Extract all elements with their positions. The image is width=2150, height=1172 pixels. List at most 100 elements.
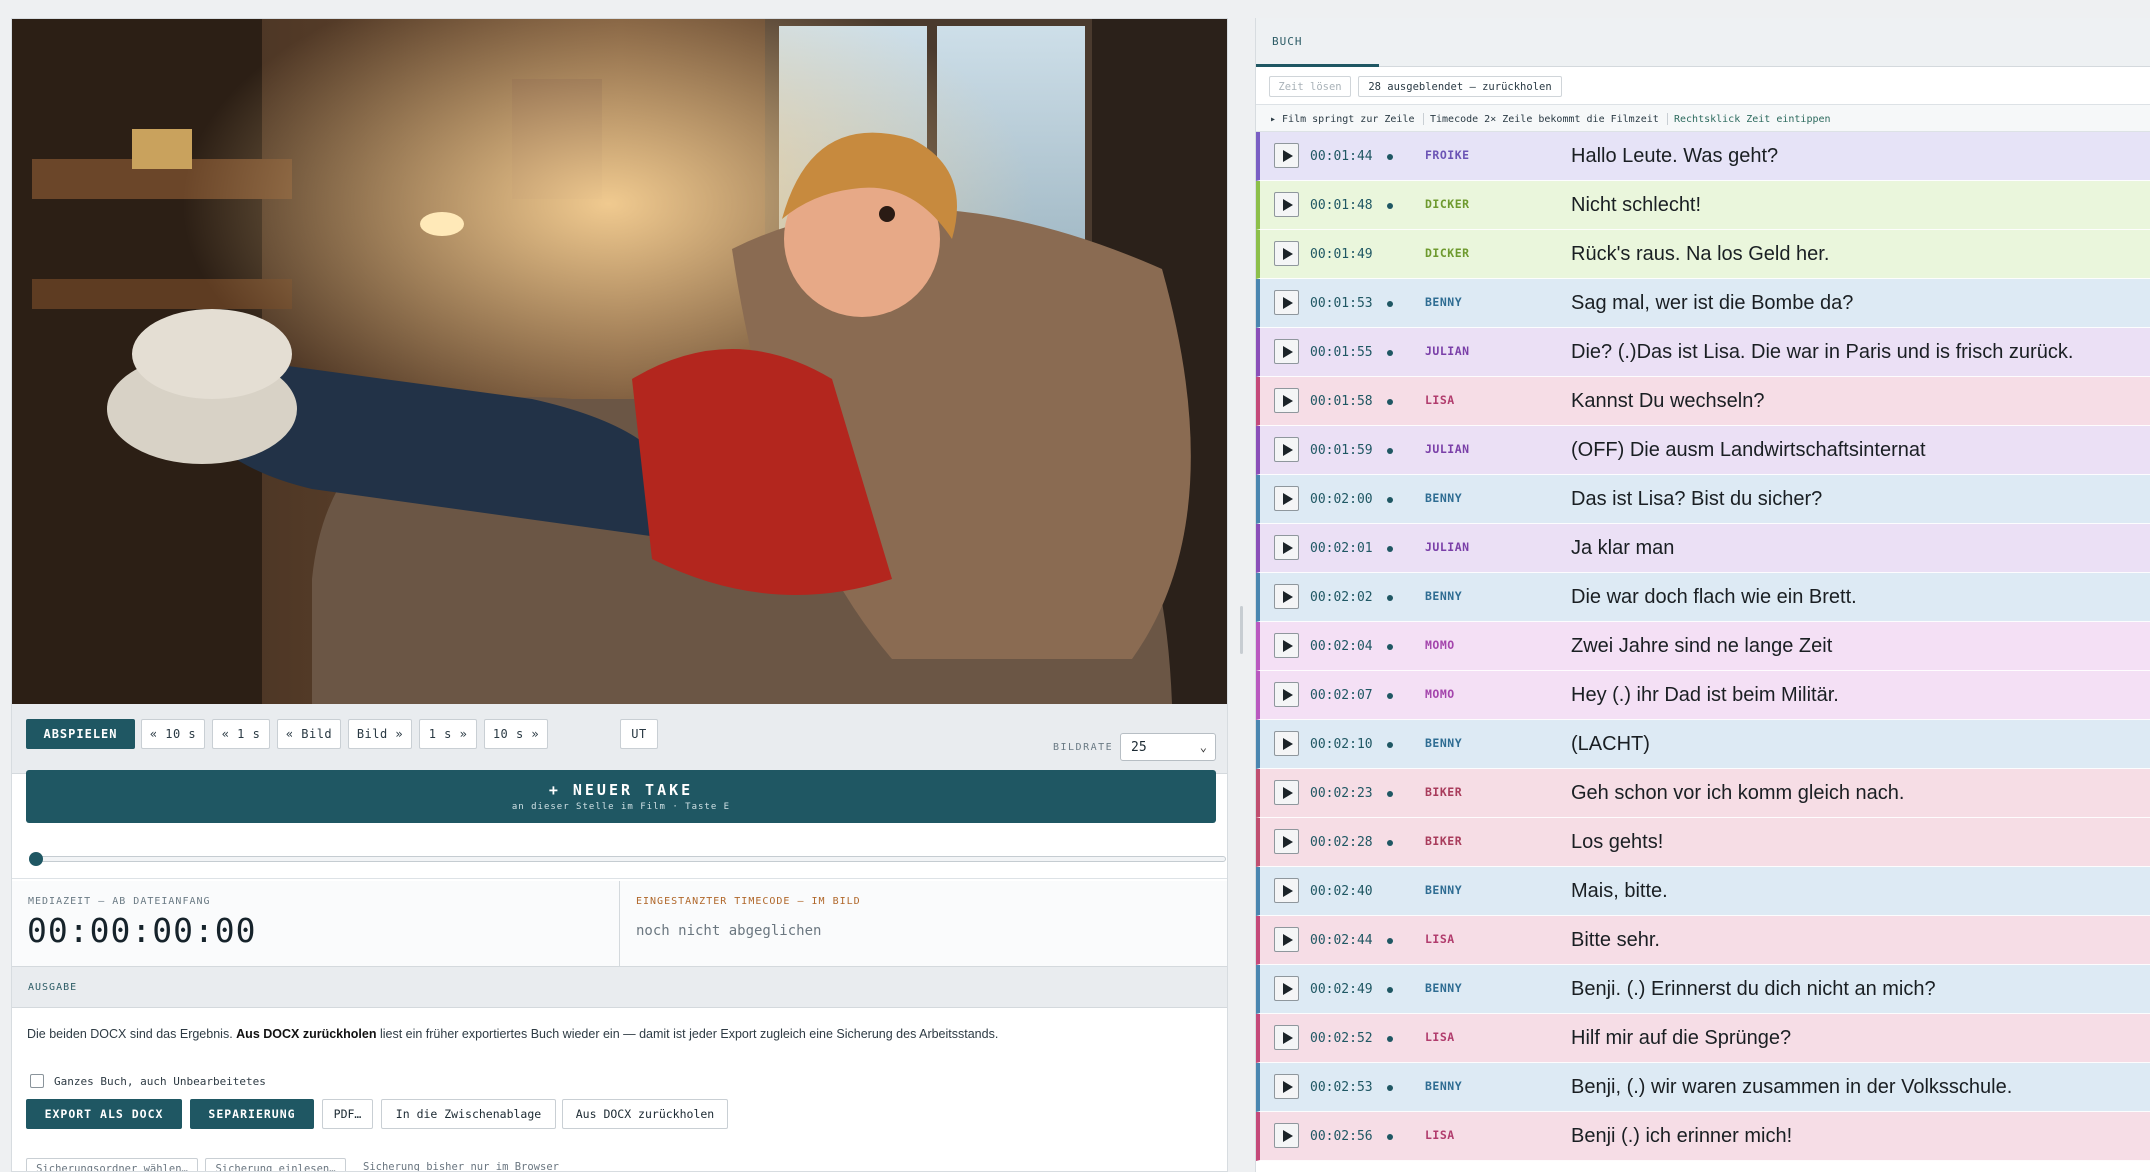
script-line-row[interactable]: 00:02:07 MOMO Hey (.) ihr Dad ist beim Mil… bbox=[1256, 671, 2150, 720]
line-text[interactable]: Bitte sehr. bbox=[1571, 929, 1660, 952]
script-line-row[interactable]: 00:02:02 BENNY Die war doch flach wie ein … bbox=[1256, 573, 2150, 622]
play-line-icon[interactable] bbox=[1274, 633, 1299, 658]
line-timecode[interactable]: 00:01:59 bbox=[1310, 443, 1373, 458]
fwd-10s-button[interactable]: 10 s » bbox=[484, 719, 548, 749]
line-text[interactable]: (OFF) Die ausm Landwirtschaftsinternat bbox=[1571, 439, 1926, 462]
play-line-icon[interactable] bbox=[1274, 437, 1299, 462]
whole-book-option[interactable]: Ganzes Buch, auch Unbearbeitetes bbox=[30, 1074, 266, 1088]
script-line-row[interactable]: 00:02:04 MOMO Zwei Jahre sind ne lange Zei… bbox=[1256, 622, 2150, 671]
choose-backup-folder-button[interactable]: Sicherungsordner wählen… bbox=[26, 1158, 198, 1171]
line-text[interactable]: Die? (.)Das ist Lisa. Die war in Paris u… bbox=[1571, 341, 2073, 364]
line-timecode[interactable]: 00:02:10 bbox=[1310, 737, 1373, 752]
script-line-row[interactable]: 00:02:53 BENNY Benji, (.) wir waren zusamm… bbox=[1256, 1063, 2150, 1112]
play-line-icon[interactable] bbox=[1274, 1074, 1299, 1099]
play-line-icon[interactable] bbox=[1274, 143, 1299, 168]
line-timecode[interactable]: 00:02:40 bbox=[1310, 884, 1373, 899]
play-line-icon[interactable] bbox=[1274, 192, 1299, 217]
line-text[interactable]: Geh schon vor ich komm gleich nach. bbox=[1571, 782, 1905, 805]
script-line-row[interactable]: 00:02:52 LISA Hilf mir auf die Sprünge? bbox=[1256, 1014, 2150, 1063]
tab-buch[interactable]: BUCH bbox=[1256, 18, 1379, 67]
line-text[interactable]: Rück's raus. Na los Geld her. bbox=[1571, 243, 1829, 266]
line-timecode[interactable]: 00:02:49 bbox=[1310, 982, 1373, 997]
play-line-icon[interactable] bbox=[1274, 1025, 1299, 1050]
line-timecode[interactable]: 00:02:53 bbox=[1310, 1080, 1373, 1095]
play-line-icon[interactable] bbox=[1274, 339, 1299, 364]
script-line-row[interactable]: 00:02:44 LISA Bitte sehr. bbox=[1256, 916, 2150, 965]
subtitles-toggle[interactable]: UT bbox=[620, 719, 658, 749]
restore-hidden-button[interactable]: 28 ausgeblendet — zurückholen bbox=[1358, 76, 1562, 97]
back-1s-button[interactable]: « 1 s bbox=[212, 719, 270, 749]
whole-book-checkbox[interactable] bbox=[30, 1074, 44, 1088]
load-backup-button[interactable]: Sicherung einlesen… bbox=[205, 1158, 346, 1171]
play-line-icon[interactable] bbox=[1274, 388, 1299, 413]
timeline-scrubber[interactable] bbox=[12, 837, 1227, 879]
line-timecode[interactable]: 00:01:58 bbox=[1310, 394, 1373, 409]
line-timecode[interactable]: 00:02:28 bbox=[1310, 835, 1373, 850]
line-timecode[interactable]: 00:02:02 bbox=[1310, 590, 1373, 605]
play-line-icon[interactable] bbox=[1274, 731, 1299, 756]
scrubber-track[interactable] bbox=[36, 856, 1226, 862]
line-text[interactable]: Hey (.) ihr Dad ist beim Militär. bbox=[1571, 684, 1839, 707]
line-text[interactable]: Mais, bitte. bbox=[1571, 880, 1668, 903]
line-timecode[interactable]: 00:01:48 bbox=[1310, 198, 1373, 213]
line-text[interactable]: Benji. (.) Erinnerst du dich nicht an mi… bbox=[1571, 978, 1936, 1001]
line-text[interactable]: Kannst Du wechseln? bbox=[1571, 390, 1764, 413]
line-timecode[interactable]: 00:01:55 bbox=[1310, 345, 1373, 360]
line-text[interactable]: Ja klar man bbox=[1571, 537, 1674, 560]
script-line-row[interactable]: 00:01:55 JULIAN Die? (.)Das ist Lisa. Die … bbox=[1256, 328, 2150, 377]
script-line-row[interactable]: 00:01:44 FROIKE Hallo Leute. Was geht? bbox=[1256, 132, 2150, 181]
line-text[interactable]: Sag mal, wer ist die Bombe da? bbox=[1571, 292, 1853, 315]
fwd-frame-button[interactable]: Bild » bbox=[348, 719, 412, 749]
play-line-icon[interactable] bbox=[1274, 486, 1299, 511]
line-timecode[interactable]: 00:01:53 bbox=[1310, 296, 1373, 311]
script-line-row[interactable]: 00:02:28 BIKER Los gehts! bbox=[1256, 818, 2150, 867]
line-text[interactable]: Das ist Lisa? Bist du sicher? bbox=[1571, 488, 1822, 511]
line-text[interactable]: Zwei Jahre sind ne lange Zeit bbox=[1571, 635, 1832, 658]
new-take-button[interactable]: + NEUER TAKE an dieser Stelle im Film · … bbox=[26, 770, 1216, 823]
line-timecode[interactable]: 00:02:23 bbox=[1310, 786, 1373, 801]
play-line-icon[interactable] bbox=[1274, 976, 1299, 1001]
script-line-row[interactable]: 00:02:01 JULIAN Ja klar man bbox=[1256, 524, 2150, 573]
script-line-row[interactable]: 00:01:58 LISA Kannst Du wechseln? bbox=[1256, 377, 2150, 426]
script-line-row[interactable]: 00:02:10 BENNY (LACHT) bbox=[1256, 720, 2150, 769]
clear-time-button[interactable]: Zeit lösen bbox=[1269, 76, 1351, 97]
fwd-1s-button[interactable]: 1 s » bbox=[419, 719, 477, 749]
script-line-row[interactable]: 00:01:59 JULIAN (OFF) Die ausm Landwirtsch… bbox=[1256, 426, 2150, 475]
script-line-row[interactable]: 00:01:53 BENNY Sag mal, wer ist die Bombe … bbox=[1256, 279, 2150, 328]
script-line-row[interactable]: 00:02:40 BENNY Mais, bitte. bbox=[1256, 867, 2150, 916]
line-timecode[interactable]: 00:02:52 bbox=[1310, 1031, 1373, 1046]
line-text[interactable]: Benji (.) ich erinner mich! bbox=[1571, 1125, 1792, 1148]
play-line-icon[interactable] bbox=[1274, 584, 1299, 609]
framerate-select[interactable]: 25 ⌄ bbox=[1120, 733, 1216, 761]
line-timecode[interactable]: 00:02:07 bbox=[1310, 688, 1373, 703]
script-line-row[interactable]: 00:01:49 DICKER Rück's raus. Na los Geld h… bbox=[1256, 230, 2150, 279]
clipboard-button[interactable]: In die Zwischenablage bbox=[381, 1099, 556, 1129]
play-line-icon[interactable] bbox=[1274, 535, 1299, 560]
play-line-icon[interactable] bbox=[1274, 682, 1299, 707]
line-text[interactable]: Los gehts! bbox=[1571, 831, 1663, 854]
play-line-icon[interactable] bbox=[1274, 290, 1299, 315]
play-line-icon[interactable] bbox=[1274, 1123, 1299, 1148]
restore-docx-button[interactable]: Aus DOCX zurückholen bbox=[562, 1099, 728, 1129]
script-line-row[interactable]: 00:02:00 BENNY Das ist Lisa? Bist du siche… bbox=[1256, 475, 2150, 524]
play-line-icon[interactable] bbox=[1274, 241, 1299, 266]
video-frame[interactable] bbox=[12, 19, 1227, 704]
line-text[interactable]: Hilf mir auf die Sprünge? bbox=[1571, 1027, 1791, 1050]
play-button[interactable]: ABSPIELEN bbox=[26, 719, 135, 749]
line-timecode[interactable]: 00:02:04 bbox=[1310, 639, 1373, 654]
script-line-row[interactable]: 00:01:48 DICKER Nicht schlecht! bbox=[1256, 181, 2150, 230]
play-line-icon[interactable] bbox=[1274, 829, 1299, 854]
pdf-button[interactable]: PDF… bbox=[322, 1099, 373, 1129]
back-frame-button[interactable]: « Bild bbox=[277, 719, 341, 749]
scrubber-handle[interactable] bbox=[29, 852, 43, 866]
line-text[interactable]: (LACHT) bbox=[1571, 733, 1650, 756]
export-docx-button[interactable]: EXPORT ALS DOCX bbox=[26, 1099, 182, 1129]
script-line-row[interactable]: 00:02:49 BENNY Benji. (.) Erinnerst du dic… bbox=[1256, 965, 2150, 1014]
line-timecode[interactable]: 00:02:01 bbox=[1310, 541, 1373, 556]
line-timecode[interactable]: 00:02:00 bbox=[1310, 492, 1373, 507]
line-text[interactable]: Benji, (.) wir waren zusammen in der Vol… bbox=[1571, 1076, 2012, 1099]
line-timecode[interactable]: 00:02:56 bbox=[1310, 1129, 1373, 1144]
pane-splitter-handle[interactable] bbox=[1240, 606, 1243, 654]
separation-button[interactable]: SEPARIERUNG bbox=[190, 1099, 314, 1129]
script-line-row[interactable]: 00:02:23 BIKER Geh schon vor ich komm glei… bbox=[1256, 769, 2150, 818]
